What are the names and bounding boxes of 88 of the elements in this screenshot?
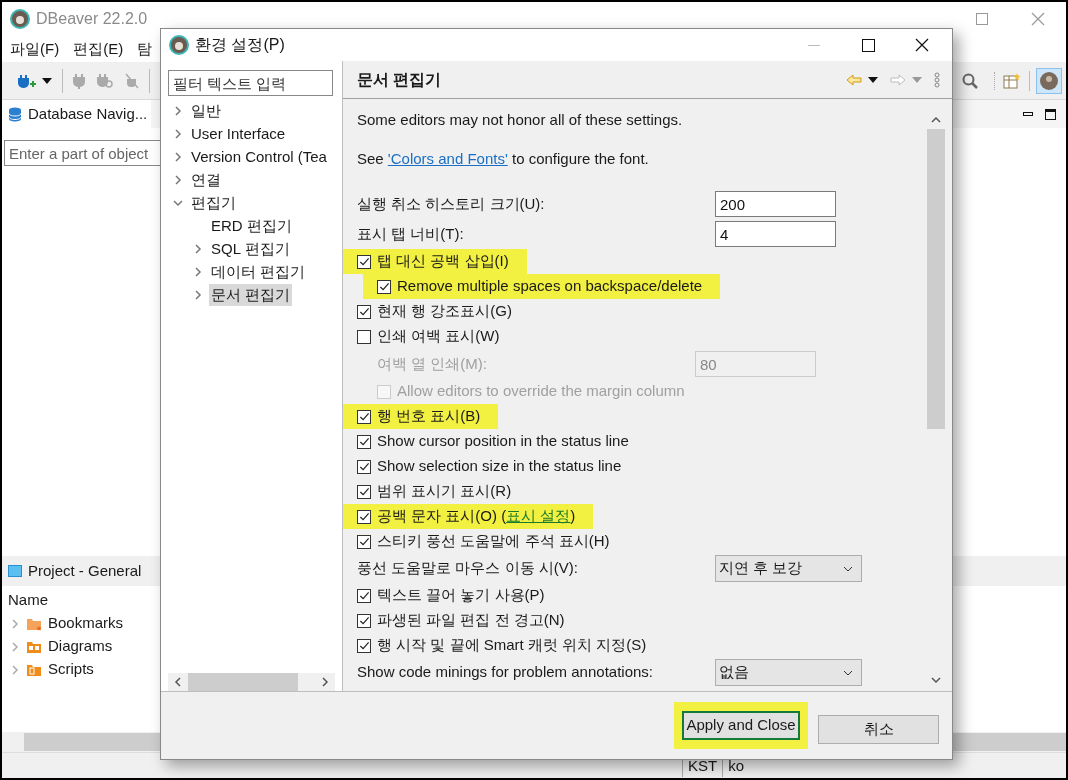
link[interactable]: 'Colors and Fonts' [387, 149, 508, 167]
checkbox-label: 행 시작 및 끝에 Smart 캐럿 위치 지정(S) [377, 635, 647, 656]
field-label: 실행 취소 히스토리 크기(U): [357, 193, 546, 214]
chevron-icon[interactable] [173, 128, 183, 139]
note-text: Some editors may not honor all of these settings. [357, 109, 683, 130]
checkbox-label: Allow editors to override the margin column [397, 381, 685, 402]
chevron-icon[interactable] [193, 289, 203, 300]
table-star-icon[interactable] [1003, 71, 1021, 90]
input-field[interactable]: 200 [715, 191, 836, 217]
button[interactable]: Apply and Close [682, 711, 800, 740]
chevron-icon[interactable] [193, 243, 203, 254]
checkbox-label: Remove multiple spaces on backspace/delete [397, 276, 703, 297]
page-title: 문서 편집기 [357, 69, 442, 90]
window-title: DBeaver 22.2.0 [36, 9, 148, 29]
checkbox[interactable] [357, 484, 371, 499]
app-icon [10, 9, 30, 29]
checkbox[interactable] [357, 304, 371, 319]
checkbox-label: 공백 문자 표시(O) (표시 설정) [377, 506, 576, 527]
app-icon [169, 35, 189, 55]
filter-field[interactable]: 필터 텍스트 입력 [168, 70, 333, 96]
tree-item[interactable]: SQL 편집기 [209, 237, 292, 260]
link[interactable]: 표시 설정 [506, 507, 571, 525]
checkbox[interactable] [357, 434, 371, 449]
checkbox-label: 텍스트 끌어 놓기 사용(P) [377, 585, 545, 606]
checkbox-label: Show cursor position in the status line [377, 431, 629, 452]
checkbox-label: 현재 행 강조표시(G) [377, 301, 512, 322]
checkbox-label: 행 번호 표시(B) [377, 406, 481, 427]
dropdown[interactable]: 지연 후 보강 [715, 555, 862, 582]
chevron-icon[interactable] [173, 174, 183, 185]
checkbox[interactable] [357, 588, 371, 603]
chevron-icon[interactable] [10, 618, 20, 629]
tree-item[interactable]: Bookmarks [48, 612, 124, 635]
tree-item[interactable]: ERD 편집기 [209, 214, 294, 237]
minimize-icon[interactable] [1023, 112, 1033, 116]
chevron-icon[interactable] [193, 266, 203, 277]
input-field[interactable]: 4 [715, 221, 836, 247]
checkbox[interactable] [357, 509, 371, 524]
menu-item[interactable]: 편집(E) [73, 37, 124, 61]
window-icon [8, 565, 22, 577]
tree-item[interactable]: 편집기 [189, 191, 238, 214]
horizontal-scrollbar[interactable] [168, 673, 335, 691]
chevron-icon[interactable] [10, 664, 20, 675]
checkbox[interactable] [357, 254, 371, 269]
checkbox-label: 파생된 파일 편집 전 경고(N) [377, 610, 565, 631]
column-header: Name [8, 590, 48, 610]
close-icon[interactable] [915, 38, 929, 52]
maximize-icon[interactable] [1045, 108, 1056, 120]
button[interactable]: 취소 [818, 715, 939, 744]
checkbox[interactable] [357, 459, 371, 474]
tree-item[interactable]: 데이터 편집기 [209, 260, 308, 283]
field-label: 풍선 도움말로 마우스 이동 시(V): [357, 558, 579, 579]
checkbox[interactable] [357, 409, 371, 424]
checkbox[interactable] [357, 638, 371, 653]
panel-tab[interactable]: Project - General [28, 559, 142, 583]
checkbox-label: 탭 대신 공백 삽입(I) [377, 251, 509, 272]
menu-item[interactable]: 탐 [137, 37, 153, 61]
search-icon[interactable] [962, 72, 978, 89]
checkbox[interactable] [357, 329, 371, 344]
tree-item[interactable]: 일반 [189, 99, 223, 122]
menu-item[interactable]: 파일(F) [10, 37, 60, 61]
tree-item[interactable]: Diagrams [48, 635, 113, 658]
checkbox-label: 스티키 풍선 도움말에 주석 표시(H) [377, 531, 610, 552]
avatar-button[interactable] [1036, 67, 1062, 94]
checkbox-label: 인쇄 여백 표시(W) [377, 326, 500, 347]
tree-item[interactable]: 문서 편집기 [209, 283, 293, 306]
field-label: 여백 열 인쇄(M): [376, 353, 488, 374]
database-icon [8, 106, 22, 122]
field-label: 표시 탭 너비(T): [357, 223, 465, 244]
dialog-title: 환경 설정(P) [195, 35, 285, 55]
chevron-down-icon[interactable] [843, 565, 853, 572]
checkbox-label: 범위 표시기 표시(R) [377, 481, 512, 502]
expanded-chevron-icon[interactable] [173, 197, 183, 208]
field-label: Show code minings for problem annotations: [357, 662, 654, 683]
checkbox[interactable] [357, 534, 371, 549]
chevron-down-icon[interactable] [843, 669, 853, 676]
chevron-icon[interactable] [173, 105, 183, 116]
tree-item[interactable]: 연결 [189, 168, 223, 191]
tree-item[interactable]: Scripts [48, 658, 94, 681]
chevron-icon[interactable] [10, 641, 20, 652]
caret-icon[interactable] [868, 76, 878, 83]
note-text: See 'Colors and Fonts' to configure the font. [357, 148, 649, 169]
checkbox[interactable] [357, 613, 371, 628]
chevron-icon[interactable] [173, 151, 183, 162]
checkbox-label: Show selection size in the status line [377, 456, 622, 477]
dropdown[interactable]: 없음 [715, 659, 862, 686]
caret-icon[interactable] [42, 77, 52, 84]
input-field: 80 [695, 351, 816, 377]
checkbox[interactable] [377, 279, 391, 294]
